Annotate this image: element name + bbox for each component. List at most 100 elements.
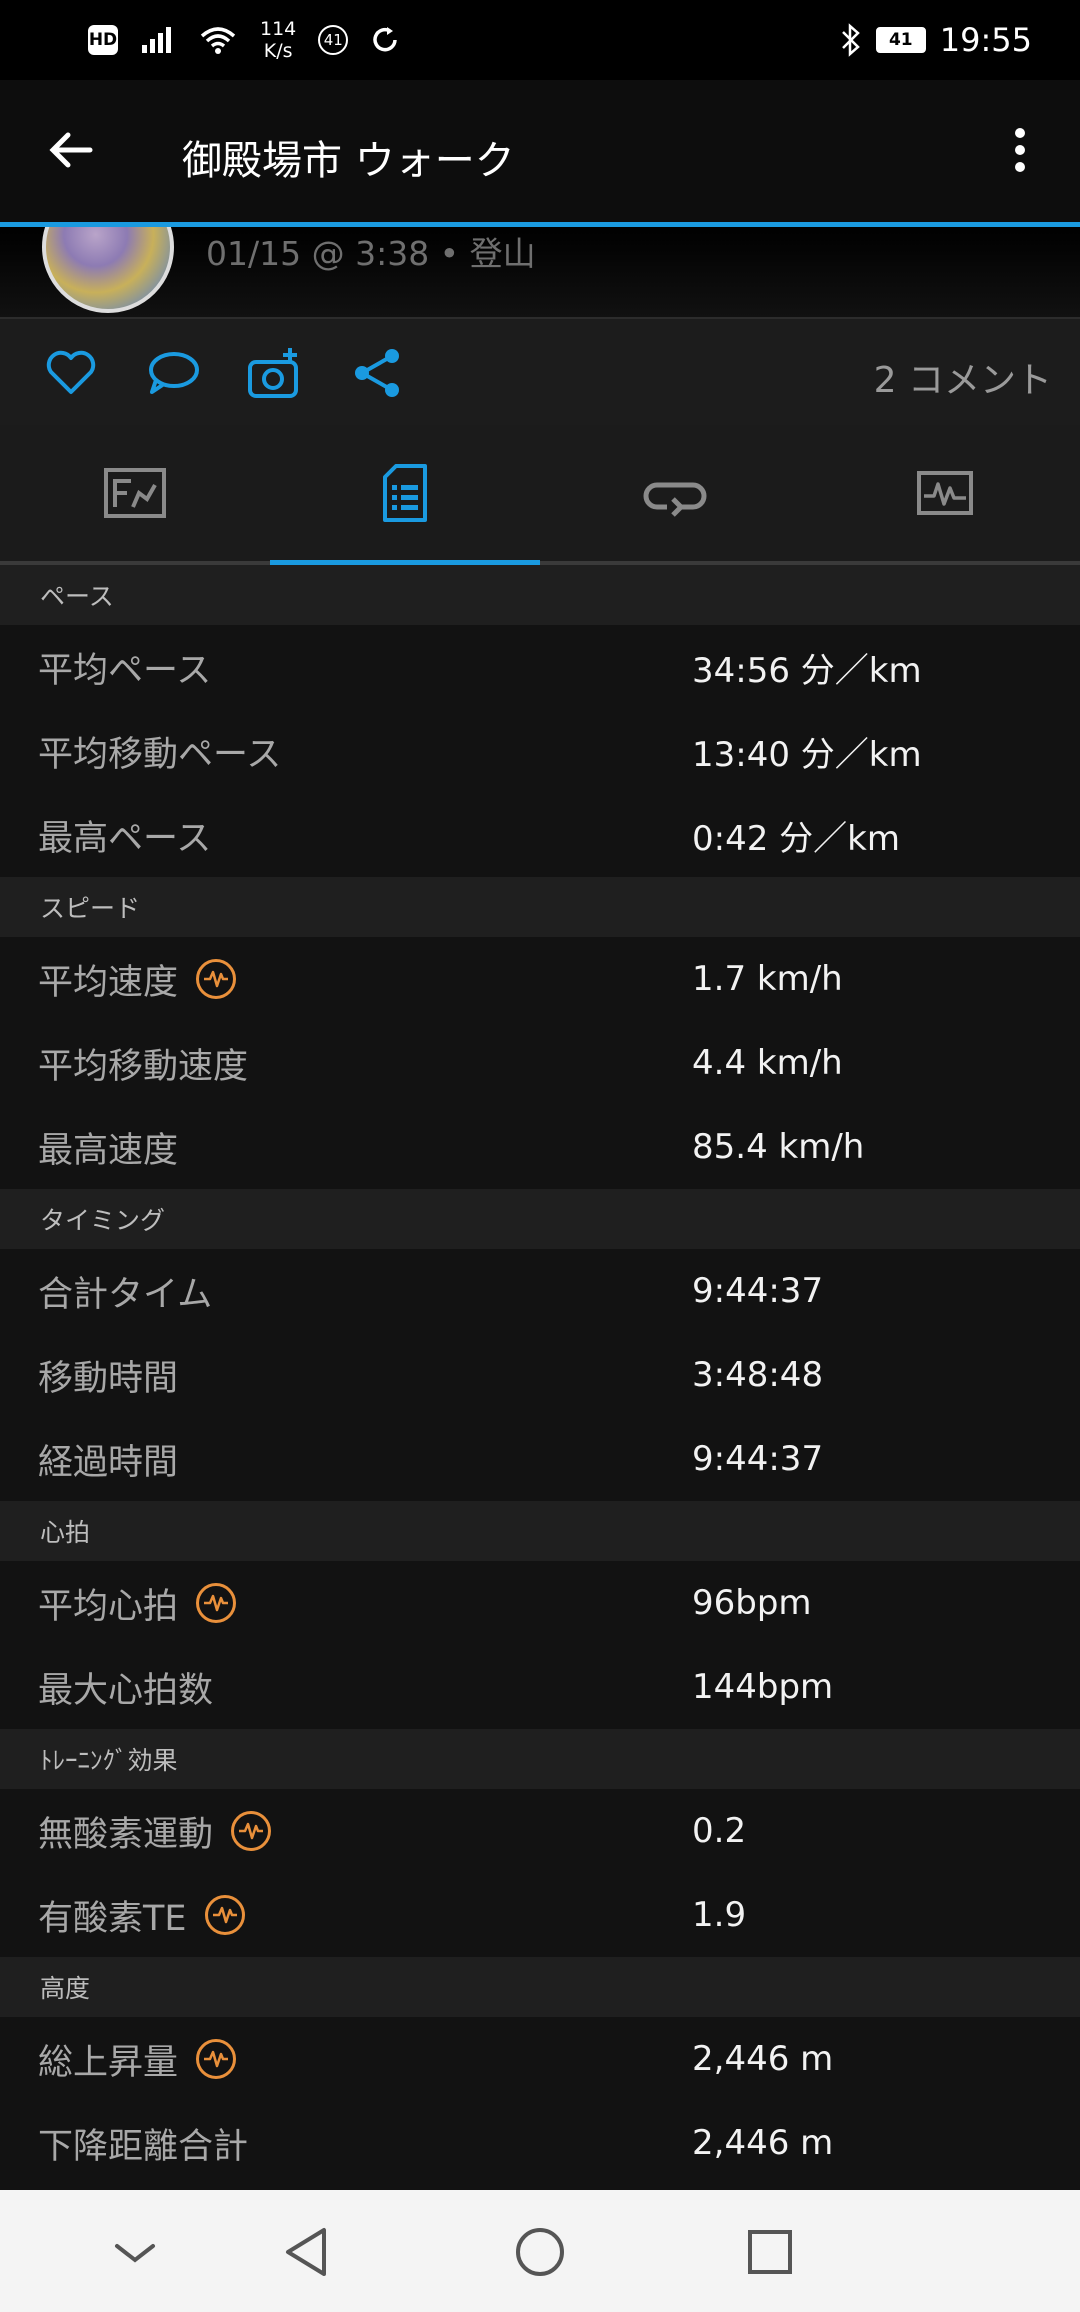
status-bar: HD 114 K/s 41 41 19:55 [0,0,1080,80]
activity-summary: 01/15 @ 3:38 • 登山 [0,227,1080,317]
avatar[interactable] [42,227,174,313]
stat-label: 下降距離合計 [38,2101,248,2185]
stat-label-text: 最高ペース [38,818,212,859]
stat-value: 144bpm [692,1667,834,1707]
more-vert-icon[interactable] [990,120,1050,180]
stat-label: 経過時間 [38,1417,178,1501]
bluetooth-icon [841,23,860,57]
clock: 19:55 [939,21,1032,59]
stat-label-text: 下降距離合計 [38,2126,249,2167]
stat-row: 移動時間 3:48:48 [0,1333,1080,1417]
firstbeat-metric-icon[interactable] [196,959,237,999]
section-header: ﾄﾚｰﾆﾝｸﾞ効果 [0,1729,1080,1789]
chart-icon [917,471,973,515]
stat-value: 9:44:37 [692,1271,824,1311]
add-photo-icon[interactable] [246,344,304,402]
stat-row: 有酸素TE 1.9 [0,1873,1080,1957]
stat-label: 平均心拍 [38,1561,237,1645]
stat-label: 移動時間 [38,1333,178,1417]
stat-row: 合計タイム 9:44:37 [0,1249,1080,1333]
stat-label: 無酸素運動 [38,1789,272,1873]
stat-row: 最大心拍数 144bpm [0,1645,1080,1729]
stat-label-text: 移動時間 [38,1358,179,1399]
tab-stats[interactable] [270,425,540,561]
stat-label: 有酸素TE [38,1873,245,1957]
stat-label-text: 最大心拍数 [38,1670,214,1711]
sync-icon [373,27,398,52]
app-bar: 御殿場市 ウォーク [0,80,1080,225]
status-right: 41 19:55 [840,18,1032,62]
section-header: 心拍 [0,1501,1080,1561]
stat-value: 1.9 [692,1895,747,1935]
stat-label: 平均速度 [38,937,237,1021]
firstbeat-metric-icon[interactable] [196,2039,237,2079]
signal-icon [142,27,171,53]
stat-label-text: 平均心拍 [38,1586,179,1627]
stat-label: 総上昇量 [38,2017,237,2101]
stat-row: 平均ペース 34:56 分／km [0,625,1080,709]
stat-row: 最高ペース 0:42 分／km [0,793,1080,877]
laps-loop-icon [643,482,707,517]
stat-value: 0:42 分／km [692,818,900,859]
stat-label: 最高ペース [38,793,211,877]
stat-row: 無酸素運動 0.2 [0,1789,1080,1873]
section-header: ペース [0,565,1080,625]
stat-label: 平均移動速度 [38,1021,248,1105]
collapse-chevron-icon[interactable] [103,2220,167,2284]
stat-value: 9:44:37 [692,1439,824,1479]
status-left: HD 114 K/s 41 [88,18,400,62]
stat-label-text: 平均移動速度 [38,1046,249,1087]
section-header: タイミング [0,1189,1080,1249]
page-title: 御殿場市 ウォーク [182,138,515,184]
stat-label-text: 平均速度 [38,962,179,1003]
system-nav-bar [0,2190,1080,2312]
stat-label-text: 平均ペース [38,650,212,691]
stat-label-text: 無酸素運動 [38,1814,214,1855]
stat-label-text: 総上昇量 [38,2042,179,2083]
wifi-icon [200,27,236,54]
firstbeat-metric-icon[interactable] [204,1895,245,1935]
share-icon[interactable] [348,344,406,402]
tab-charts[interactable] [810,425,1080,561]
stat-value: 85.4 km/h [692,1127,865,1167]
stat-row: 最高速度 85.4 km/h [0,1105,1080,1189]
stat-label-text: 合計タイム [38,1274,213,1315]
activity-date: 01/15 @ 3:38 • 登山 [206,234,536,273]
comment-count[interactable]: 2 コメント [874,351,1052,403]
stats-list: ペース平均ペース 34:56 分／km 平均移動ペース 13:40 分／km 最高ペース… [0,565,1080,2185]
tab-bar [0,425,1080,565]
tab-overview[interactable] [0,425,270,561]
stat-value: 4.4 km/h [692,1043,843,1083]
comment-icon[interactable] [144,344,202,402]
section-header: スピード [0,877,1080,937]
section-header: 高度 [0,1957,1080,2017]
stat-label: 平均ペース [38,625,211,709]
stat-row: 平均移動ペース 13:40 分／km [0,709,1080,793]
stat-row: 経過時間 9:44:37 [0,1417,1080,1501]
stat-label-text: 平均移動ペース [38,734,282,775]
back-arrow-icon[interactable] [42,120,102,180]
stat-label: 最大心拍数 [38,1645,213,1729]
nav-back-icon[interactable] [276,2220,340,2284]
stat-label-text: 最高速度 [38,1130,179,1171]
stats-list-icon [383,464,427,522]
tab-laps[interactable] [540,425,810,561]
heart-icon[interactable] [42,344,100,402]
stat-label-text: 経過時間 [38,1442,179,1483]
hd-icon: HD [88,25,118,55]
stat-row: 平均心拍 96bpm [0,1561,1080,1645]
stat-value: 2,446 m [692,2039,834,2079]
stat-value: 34:56 分／km [692,650,922,691]
stat-row: 平均移動速度 4.4 km/h [0,1021,1080,1105]
stat-value: 96bpm [692,1583,812,1623]
nav-recents-icon[interactable] [738,2220,802,2284]
firstbeat-metric-icon[interactable] [231,1811,272,1851]
firstbeat-metric-icon[interactable] [196,1583,237,1623]
stat-row: 下降距離合計 2,446 m [0,2101,1080,2185]
stat-value: 1.7 km/h [692,959,843,999]
nav-home-icon[interactable] [508,2220,572,2284]
stat-value: 13:40 分／km [692,734,922,775]
stat-value: 3:48:48 [692,1355,824,1395]
stat-row: 平均速度 1.7 km/h [0,937,1080,1021]
stat-label: 合計タイム [38,1249,212,1333]
